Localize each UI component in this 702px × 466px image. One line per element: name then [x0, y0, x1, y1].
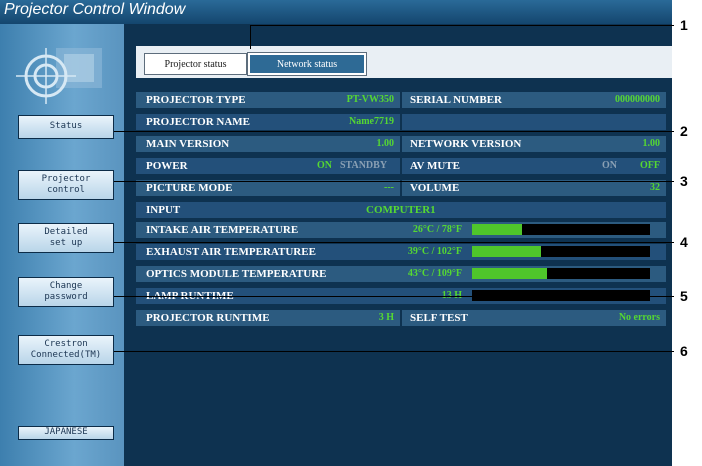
- main-version-label: MAIN VERSION: [146, 138, 230, 150]
- exhaust-temp-bar: [472, 246, 650, 257]
- self-test-label: SELF TEST: [410, 312, 468, 324]
- table-row: INPUT COMPUTER1: [136, 202, 666, 218]
- callout-line-6: [114, 351, 674, 352]
- optics-temp-bar-fill: [472, 268, 547, 279]
- optics-temp-label: OPTICS MODULE TEMPERATURE: [146, 268, 327, 280]
- column-divider: [400, 158, 402, 174]
- projector-type-label: PROJECTOR TYPE: [146, 94, 246, 106]
- column-divider: [400, 310, 402, 326]
- exhaust-temp-bar-fill: [472, 246, 542, 257]
- power-on-value: ON: [317, 160, 332, 171]
- table-row: MAIN VERSION 1.00 NETWORK VERSION 1.00: [136, 136, 666, 152]
- projector-control-window: Projector Control Window Status Projecto…: [0, 0, 672, 466]
- input-label: INPUT: [146, 204, 181, 216]
- change-password-button[interactable]: Change password: [18, 277, 114, 307]
- optics-temp-value: 43°C / 109°F: [407, 268, 462, 279]
- callout-4: 4: [680, 234, 688, 250]
- power-label: POWER: [146, 160, 188, 172]
- intake-temp-bar: [472, 224, 650, 235]
- projector-name-label: PROJECTOR NAME: [146, 116, 250, 128]
- projector-control-button[interactable]: Projector control: [18, 170, 114, 200]
- window-title: Projector Control Window: [4, 1, 186, 18]
- picture-mode-label: PICTURE MODE: [146, 182, 233, 194]
- main-version-value: 1.00: [376, 138, 395, 149]
- callout-line-2: [114, 131, 674, 132]
- column-divider: [400, 114, 402, 130]
- table-row: PICTURE MODE --- VOLUME 32: [136, 180, 666, 196]
- table-row: POWER ON STANDBY AV MUTE ON OFF: [136, 158, 666, 174]
- table-row: PROJECTOR TYPE PT-VW350 SERIAL NUMBER 00…: [136, 92, 666, 108]
- network-version-value: 1.00: [642, 138, 661, 149]
- crosshair-logo-icon: [16, 48, 102, 104]
- projector-runtime-value: 3 H: [378, 312, 394, 323]
- column-divider: [400, 136, 402, 152]
- self-test-value: No errors: [618, 312, 660, 323]
- column-divider: [400, 92, 402, 108]
- table-row: PROJECTOR RUNTIME 3 H SELF TEST No error…: [136, 310, 666, 326]
- callout-line-5: [114, 296, 674, 297]
- japanese-button[interactable]: JAPANESE: [18, 426, 114, 440]
- projector-type-value: PT-VW350: [346, 94, 394, 105]
- network-version-label: NETWORK VERSION: [410, 138, 522, 150]
- callout-line-3: [114, 181, 674, 182]
- callout-1: 1: [680, 17, 688, 33]
- intake-temp-value: 26°C / 78°F: [412, 224, 462, 235]
- intake-temp-bar-fill: [472, 224, 522, 235]
- av-mute-label: AV MUTE: [410, 160, 461, 172]
- callout-2: 2: [680, 123, 688, 139]
- tab-projector-status[interactable]: Projector status: [144, 53, 247, 75]
- column-divider: [400, 180, 402, 196]
- picture-mode-value: ---: [384, 182, 394, 193]
- av-mute-off-value: OFF: [640, 160, 660, 171]
- window-titlebar: Projector Control Window: [0, 0, 672, 24]
- status-button[interactable]: Status: [18, 115, 114, 139]
- callout-3: 3: [680, 173, 688, 189]
- detailed-setup-button[interactable]: Detailed set up: [18, 223, 114, 253]
- exhaust-temp-label: EXHAUST AIR TEMPERATUREE: [146, 246, 316, 258]
- table-row: PROJECTOR NAME Name7719: [136, 114, 666, 130]
- main-panel: Projector status Network status PROJECTO…: [124, 24, 672, 466]
- volume-label: VOLUME: [410, 182, 460, 194]
- projector-runtime-label: PROJECTOR RUNTIME: [146, 312, 270, 324]
- table-row: EXHAUST AIR TEMPERATUREE 39°C / 102°F: [136, 244, 666, 260]
- exhaust-temp-value: 39°C / 102°F: [407, 246, 462, 257]
- callout-line-1-drop: [250, 25, 251, 49]
- volume-value: 32: [650, 182, 660, 193]
- callout-6: 6: [680, 343, 688, 359]
- projector-name-value: Name7719: [349, 116, 394, 127]
- callout-line-1: [250, 25, 674, 26]
- callout-line-4: [114, 242, 674, 243]
- av-mute-on-value: ON: [602, 160, 617, 171]
- callout-5: 5: [680, 288, 688, 304]
- power-standby-value: STANDBY: [340, 160, 388, 171]
- serial-number-value: 000000000: [615, 94, 660, 105]
- tab-network-status[interactable]: Network status: [247, 52, 367, 76]
- input-value: COMPUTER1: [366, 204, 436, 216]
- optics-temp-bar: [472, 268, 650, 279]
- intake-temp-label: INTAKE AIR TEMPERATURE: [146, 224, 299, 236]
- sidebar: Status Projector control Detailed set up…: [0, 24, 124, 466]
- table-row: OPTICS MODULE TEMPERATURE 43°C / 109°F: [136, 266, 666, 282]
- crestron-connected-button[interactable]: Crestron Connected(TM): [18, 335, 114, 365]
- table-row: INTAKE AIR TEMPERATURE 26°C / 78°F: [136, 222, 666, 238]
- tab-strip: Projector status Network status: [136, 46, 672, 80]
- serial-number-label: SERIAL NUMBER: [410, 94, 502, 106]
